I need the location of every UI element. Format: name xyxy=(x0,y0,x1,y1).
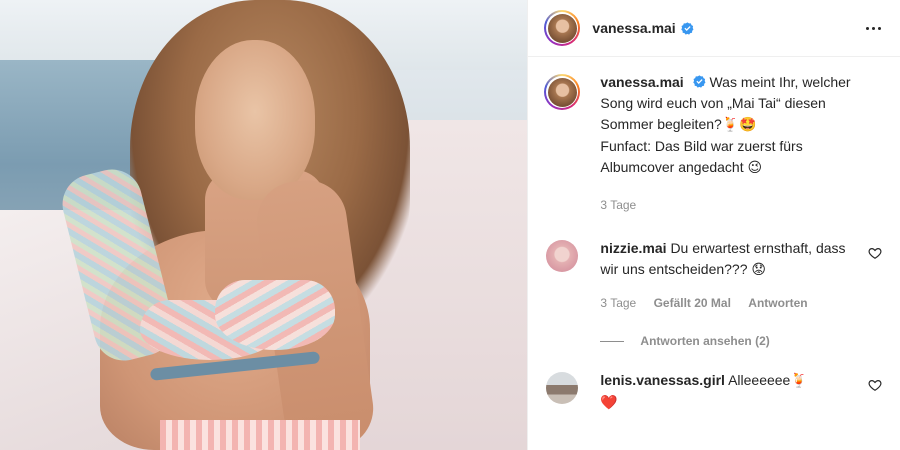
comment-item: lenis.vanessas.girl Alleeeeee🍹 ❤️ xyxy=(528,370,900,414)
caption-emoji-1: 🍹🤩 xyxy=(721,117,757,133)
view-replies-label: Antworten ansehen (2) xyxy=(640,334,770,348)
post-side-panel: vanessa.mai vanessa.mai Was meint Ihr, w… xyxy=(527,0,900,450)
caption-timestamp[interactable]: 3 Tage xyxy=(600,198,636,212)
photo-face xyxy=(195,40,315,200)
photo-ruffle-right xyxy=(215,280,335,350)
post-header: vanessa.mai xyxy=(528,0,900,57)
caption-meta: 3 Tage xyxy=(600,195,878,216)
verified-badge-icon xyxy=(680,21,694,35)
commenter-avatar[interactable] xyxy=(546,372,579,404)
comment-text: Alleeeeee xyxy=(728,372,791,388)
comment-emoji: 🍹 xyxy=(790,373,808,389)
comment-timestamp[interactable]: 3 Tage xyxy=(600,296,636,310)
comment-meta: 3 Tage Gefällt 20 Mal Antworten xyxy=(600,293,852,314)
comment-username[interactable]: nizzie.mai xyxy=(600,240,666,256)
caption-avatar[interactable] xyxy=(544,74,581,110)
comments-section: vanessa.mai Was meint Ihr, welcher Song … xyxy=(528,72,900,414)
instagram-post: vanessa.mai vanessa.mai Was meint Ihr, w… xyxy=(0,0,900,450)
comment-item: nizzie.mai Du erwartest ernsthaft, dass … xyxy=(528,238,900,314)
photo-skirt xyxy=(160,420,360,450)
author-avatar[interactable] xyxy=(544,10,581,46)
post-photo[interactable] xyxy=(0,0,528,450)
commenter-avatar[interactable] xyxy=(546,240,579,272)
verified-badge-icon xyxy=(692,75,706,88)
more-options-icon[interactable] xyxy=(862,17,884,39)
caption-text-line2: Funfact: Das Bild war zuerst fürs Albumc… xyxy=(600,138,803,175)
post-caption: vanessa.mai Was meint Ihr, welcher Song … xyxy=(528,72,900,216)
comment-emoji: 😟 xyxy=(751,262,767,278)
comment-likes[interactable]: Gefällt 20 Mal xyxy=(654,296,731,310)
comment-username[interactable]: lenis.vanessas.girl xyxy=(600,372,725,388)
heart-outline-icon[interactable] xyxy=(868,246,882,260)
view-replies-button[interactable]: Antworten ansehen (2) xyxy=(600,334,900,348)
reply-button[interactable]: Antworten xyxy=(748,296,807,310)
author-username[interactable]: vanessa.mai xyxy=(592,20,675,36)
caption-emoji-2: 😉 xyxy=(747,160,763,176)
caption-username[interactable]: vanessa.mai xyxy=(600,74,683,90)
replies-divider xyxy=(600,340,625,342)
heart-outline-icon[interactable] xyxy=(868,378,882,392)
heart-emoji: ❤️ xyxy=(600,395,618,411)
